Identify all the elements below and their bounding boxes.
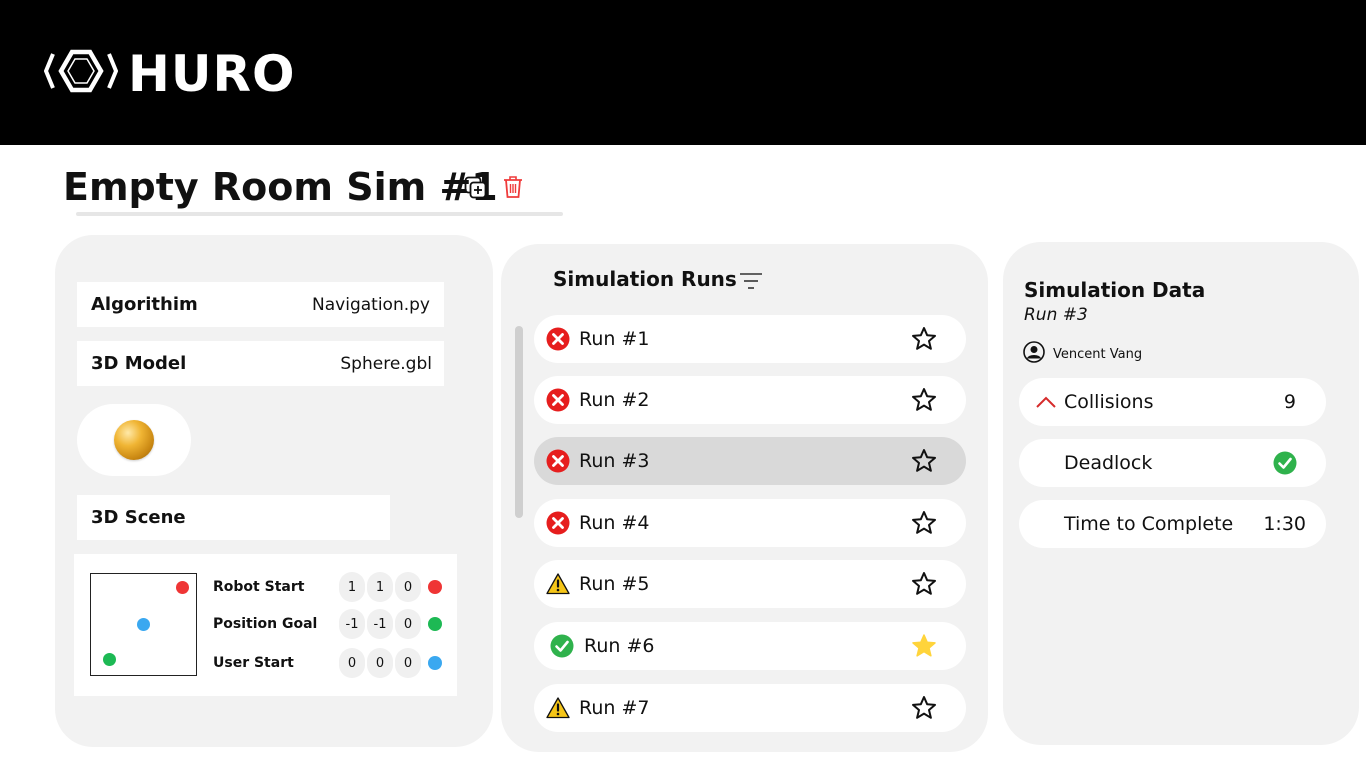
run-label: Run #5 [579,573,650,595]
error-x-icon [546,449,570,473]
metric-time[interactable]: Time to Complete 1:30 [1019,500,1326,548]
scene-map[interactable] [90,573,197,676]
run-item[interactable]: Run #2 [534,376,966,424]
star-filled-icon[interactable] [911,633,937,659]
run-item[interactable]: Run #1 [534,315,966,363]
algorithm-label: Algorithim [91,294,198,315]
coord-x[interactable]: 1 [339,572,365,602]
top-bar: HURO [0,0,1366,145]
run-label: Run #1 [579,328,650,350]
star-icon[interactable] [911,387,937,413]
model-field[interactable]: 3D Model Sphere.gbl [77,341,444,386]
run-label: Run #4 [579,512,650,534]
coord-y[interactable]: 0 [367,648,393,678]
run-label: Run #7 [579,697,650,719]
delete-button[interactable] [501,174,525,200]
star-icon[interactable] [911,326,937,352]
scene-panel: Robot Start 1 1 0 Position Goal -1 -1 0 … [74,554,457,696]
sphere-model-image [114,420,154,460]
run-item[interactable]: Run #3 [534,437,966,485]
model-label: 3D Model [91,353,187,374]
algorithm-value: Navigation.py [312,294,430,315]
data-title: Simulation Data [1024,278,1206,302]
user-start-label: User Start [213,655,294,671]
robot-start-color [428,580,442,594]
run-item[interactable]: Run #4 [534,499,966,547]
runs-title: Simulation Runs [553,267,737,291]
time-value: 1:30 [1263,513,1306,535]
title-divider [76,212,563,216]
position-goal-marker[interactable] [103,653,116,666]
algorithm-field[interactable]: Algorithim Navigation.py [77,282,444,327]
user-icon [1023,341,1045,368]
coord-z[interactable]: 0 [395,648,421,678]
warning-triangle-icon [546,572,570,596]
user-name: Vencent Vang [1053,347,1143,362]
filter-button[interactable] [739,272,763,295]
collisions-value: 9 [1283,391,1296,413]
position-goal-label: Position Goal [213,616,318,632]
star-icon[interactable] [911,448,937,474]
filter-icon [739,273,763,294]
time-label: Time to Complete [1064,513,1234,535]
deadlock-label: Deadlock [1064,452,1153,474]
duplicate-icon [463,175,489,201]
user-start-marker[interactable] [137,618,150,631]
run-author[interactable]: Vencent Vang [1023,341,1142,368]
star-icon[interactable] [911,695,937,721]
coord-z[interactable]: 0 [395,609,421,639]
coord-y[interactable]: -1 [367,609,393,639]
trash-icon [501,174,525,200]
page-title: Empty Room Sim #1 [63,165,498,209]
collisions-label: Collisions [1064,391,1154,413]
warning-triangle-icon [546,696,570,720]
check-circle-icon [550,634,574,658]
run-item[interactable]: Run #6 [534,622,966,670]
robot-start-row: Robot Start 1 1 0 [213,572,442,602]
robot-start-marker[interactable] [176,581,189,594]
scene-field[interactable]: 3D Scene [77,495,390,540]
check-circle-icon [1273,451,1297,480]
error-x-icon [546,511,570,535]
error-x-icon [546,327,570,351]
star-icon[interactable] [911,510,937,536]
huro-logo-icon [43,46,119,101]
user-start-color [428,656,442,670]
run-label: Run #2 [579,389,650,411]
duplicate-button[interactable] [463,175,489,201]
position-goal-color [428,617,442,631]
chevron-up-icon[interactable] [1035,395,1057,414]
model-value: Sphere.gbl [340,353,432,374]
position-goal-row: Position Goal -1 -1 0 [213,609,442,639]
logo[interactable]: HURO [43,44,296,103]
star-icon[interactable] [911,571,937,597]
run-item[interactable]: Run #7 [534,684,966,732]
metric-deadlock[interactable]: Deadlock [1019,439,1326,487]
coord-y[interactable]: 1 [367,572,393,602]
run-label: Run #3 [579,450,650,472]
model-preview[interactable] [77,404,191,476]
metric-collisions[interactable]: Collisions 9 [1019,378,1326,426]
scene-label: 3D Scene [91,507,186,528]
coord-z[interactable]: 0 [395,572,421,602]
run-label: Run #6 [584,635,655,657]
brand-name: HURO [128,44,296,103]
coord-x[interactable]: -1 [339,609,365,639]
user-start-row: User Start 0 0 0 [213,648,442,678]
error-x-icon [546,388,570,412]
run-item[interactable]: Run #5 [534,560,966,608]
robot-start-label: Robot Start [213,579,305,595]
coord-x[interactable]: 0 [339,648,365,678]
runs-scrollbar[interactable] [515,326,523,518]
data-subtitle: Run #3 [1024,305,1088,325]
